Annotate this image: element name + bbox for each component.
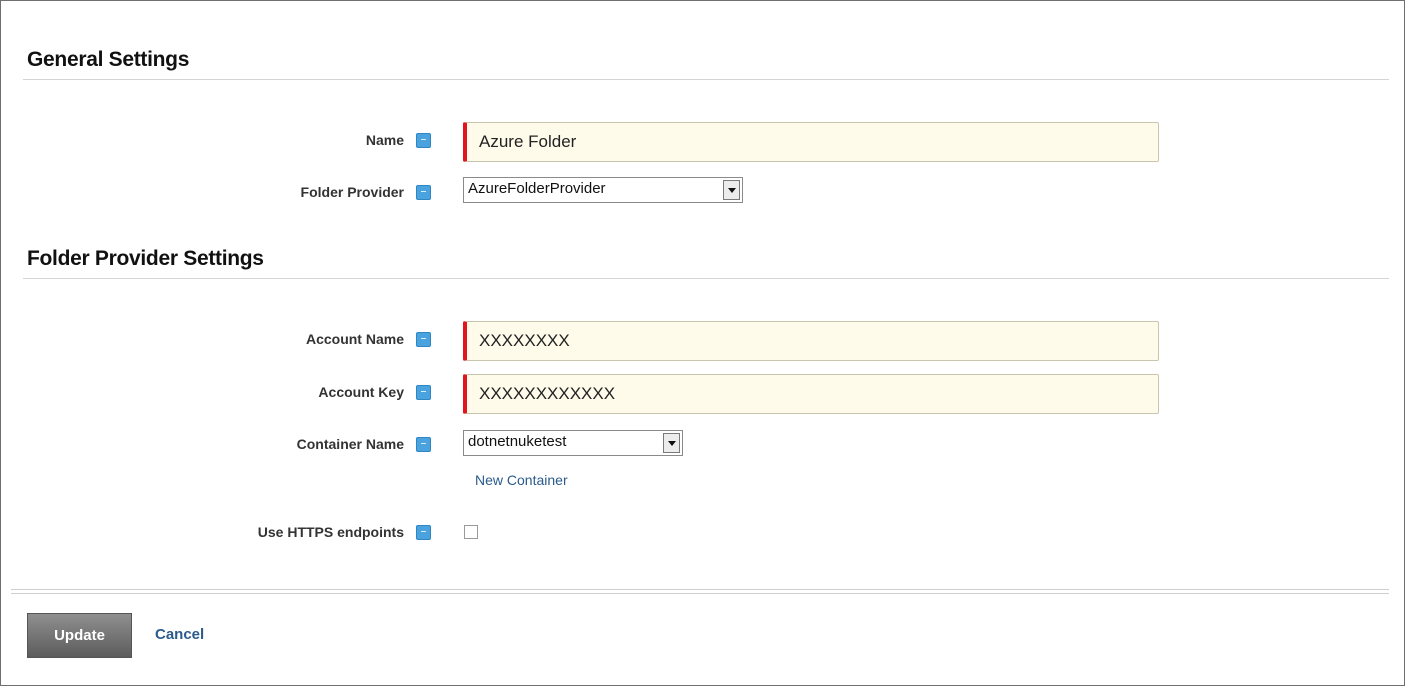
container-name-label: Container Name bbox=[296, 436, 404, 452]
section-divider bbox=[23, 278, 1389, 279]
new-container-link[interactable]: New Container bbox=[475, 472, 568, 488]
account-key-label: Account Key bbox=[318, 384, 404, 400]
account-name-label: Account Name bbox=[305, 331, 404, 347]
chevron-down-icon[interactable] bbox=[663, 433, 680, 453]
folder-provider-select[interactable]: AzureFolderProvider bbox=[463, 177, 743, 203]
container-name-value: dotnetnuketest bbox=[468, 433, 567, 450]
help-icon[interactable] bbox=[416, 332, 431, 347]
account-name-input[interactable]: XXXXXXXX bbox=[463, 321, 1159, 361]
https-endpoints-checkbox[interactable] bbox=[464, 525, 478, 539]
cancel-link[interactable]: Cancel bbox=[155, 626, 204, 643]
help-icon[interactable] bbox=[416, 385, 431, 400]
chevron-down-icon[interactable] bbox=[723, 180, 740, 200]
folder-provider-settings-heading: Folder Provider Settings bbox=[27, 247, 264, 270]
help-icon[interactable] bbox=[416, 185, 431, 200]
folder-provider-label: Folder Provider bbox=[300, 184, 404, 200]
settings-panel: General Settings Name Azure Folder Folde… bbox=[0, 0, 1405, 686]
folder-provider-value: AzureFolderProvider bbox=[468, 180, 606, 197]
help-icon[interactable] bbox=[416, 525, 431, 540]
container-name-select[interactable]: dotnetnuketest bbox=[463, 430, 683, 456]
footer-divider bbox=[11, 593, 1389, 594]
name-label: Name bbox=[365, 132, 404, 148]
account-key-input[interactable]: XXXXXXXXXXXX bbox=[463, 374, 1159, 414]
update-button[interactable]: Update bbox=[27, 613, 132, 658]
footer-divider bbox=[11, 589, 1389, 590]
help-icon[interactable] bbox=[416, 437, 431, 452]
general-settings-heading: General Settings bbox=[27, 48, 190, 71]
name-input[interactable]: Azure Folder bbox=[463, 122, 1159, 162]
https-endpoints-label: Use HTTPS endpoints bbox=[257, 524, 404, 540]
section-divider bbox=[23, 79, 1389, 80]
help-icon[interactable] bbox=[416, 133, 431, 148]
